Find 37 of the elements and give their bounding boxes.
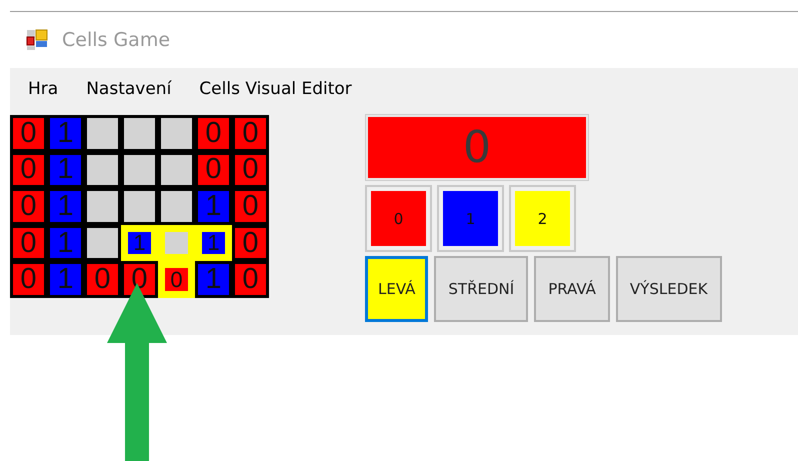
menu-item[interactable]: Hra: [16, 75, 70, 103]
grid-cell[interactable]: [124, 118, 155, 149]
grid-cell[interactable]: [165, 232, 188, 254]
grid-cell[interactable]: [124, 191, 155, 222]
grid-cell[interactable]: 0: [13, 228, 44, 258]
color-swatch[interactable]: 0: [371, 191, 426, 246]
grid-cell[interactable]: [87, 118, 118, 149]
window-title: Cells Game: [62, 29, 170, 51]
grid-cell[interactable]: 0: [235, 118, 266, 149]
grid-cell[interactable]: 0: [235, 264, 266, 295]
grid-cell[interactable]: [161, 154, 192, 186]
grid-cell[interactable]: [87, 154, 118, 186]
color-swatch[interactable]: 2: [515, 191, 570, 246]
menu-item[interactable]: Nastavení: [74, 75, 184, 103]
mode-button[interactable]: LEVÁ: [365, 256, 428, 322]
grid-cell[interactable]: 0: [235, 154, 266, 186]
mode-button[interactable]: VÝSLEDEK: [616, 256, 722, 322]
grid-cell[interactable]: [124, 154, 155, 186]
grid-cell[interactable]: [87, 228, 118, 258]
grid-cell[interactable]: [161, 191, 192, 222]
mode-button[interactable]: PRAVÁ: [534, 256, 610, 322]
menu-item[interactable]: Cells Visual Editor: [187, 75, 364, 103]
grid-cell[interactable]: 0: [13, 118, 44, 149]
grid-cell[interactable]: 0: [198, 118, 229, 149]
grid-cell[interactable]: 0: [87, 264, 118, 295]
grid-cell[interactable]: [161, 118, 192, 149]
grid-cell[interactable]: [87, 191, 118, 222]
grid-cell[interactable]: 0: [13, 154, 44, 186]
grid-cell[interactable]: 0: [235, 228, 266, 258]
score-display: 0: [368, 117, 586, 178]
grid-cell[interactable]: 0: [198, 154, 229, 186]
app-icon: [26, 29, 48, 51]
mode-button[interactable]: STŘEDNÍ: [434, 256, 528, 322]
grid-cell[interactable]: 0: [13, 264, 44, 295]
grid-cell[interactable]: 0: [13, 191, 44, 222]
grid-cell[interactable]: 0: [235, 191, 266, 222]
grid-cell[interactable]: 0: [165, 268, 188, 291]
